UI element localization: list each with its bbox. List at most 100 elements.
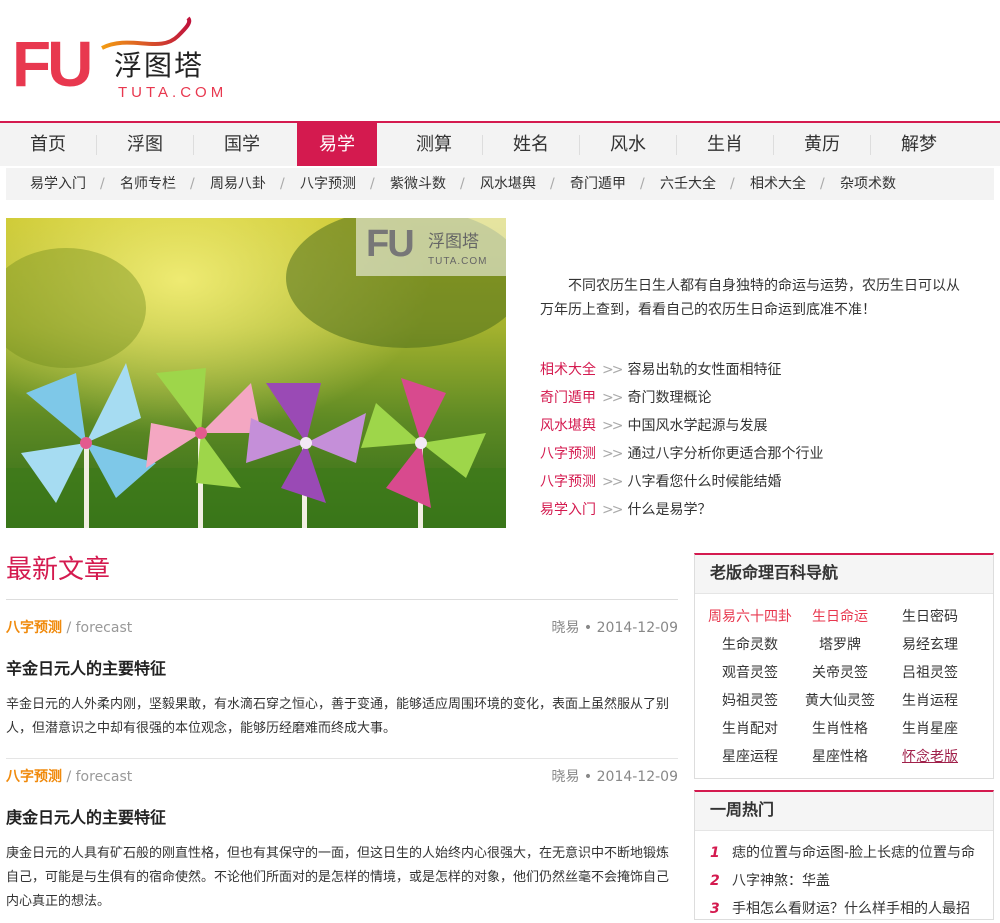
subnav-separator: /	[280, 176, 285, 192]
nav-grid-item[interactable]: 生肖运程	[880, 687, 980, 715]
subnav-item[interactable]: 名师专栏	[120, 168, 176, 200]
subnav-item[interactable]: 奇门遁甲	[570, 168, 626, 200]
double-chevron-icon: >>	[602, 418, 624, 434]
subnav-item[interactable]: 风水堪舆	[480, 168, 536, 200]
nav-item-huangli[interactable]: 黄历	[774, 123, 870, 166]
logo-domain: TUTA.COM	[118, 84, 228, 101]
article-byline: 晓易 • 2014-12-09	[551, 620, 678, 636]
site-header: FU 浮图塔 TUTA.COM	[0, 0, 1000, 121]
subnav-separator: /	[190, 176, 195, 192]
article-meta: 八字预测 / forecast 晓易 • 2014-12-09	[6, 767, 678, 787]
article-divider	[6, 758, 678, 759]
nav-grid-item[interactable]: 星座性格	[790, 743, 890, 771]
nav-grid-item[interactable]: 生日密码	[880, 603, 980, 631]
hero-link-item: 风水堪舆 >> 中国风水学起源与发展	[540, 412, 980, 440]
nav-grid-item[interactable]: 吕祖灵签	[880, 659, 980, 687]
nav-grid-item[interactable]: 生肖性格	[790, 715, 890, 743]
subnav-separator: /	[820, 176, 825, 192]
article-date: 2014-12-09	[596, 769, 678, 785]
subnav-separator: /	[460, 176, 465, 192]
double-chevron-icon: >>	[602, 362, 624, 378]
logo-mark: FU	[12, 28, 93, 100]
article-author: 晓易	[551, 769, 580, 785]
hero-link-category[interactable]: 相术大全	[540, 362, 596, 378]
subnav-separator: /	[730, 176, 735, 192]
nav-item-shengxiao[interactable]: 生肖	[677, 123, 773, 166]
hero-link-category[interactable]: 奇门遁甲	[540, 390, 596, 406]
subnav-item[interactable]: 周易八卦	[210, 168, 266, 200]
subnav-item[interactable]: 相术大全	[750, 168, 806, 200]
watermark-cn: 浮图塔	[428, 232, 479, 252]
nav-grid-item[interactable]: 黄大仙灵签	[790, 687, 890, 715]
hero-link-category[interactable]: 八字预测	[540, 446, 596, 462]
hero-watermark: FU 浮图塔 TUTA.COM	[356, 218, 506, 276]
subnav-separator: /	[100, 176, 105, 192]
nav-grid-item[interactable]: 关帝灵签	[790, 659, 890, 687]
hero-link-category[interactable]: 易学入门	[540, 502, 596, 518]
hot-item[interactable]: 2 八字神煞：华盖	[710, 867, 980, 895]
panel-title: 一周热门	[695, 792, 993, 831]
subnav-item[interactable]: 易学入门	[30, 168, 86, 200]
nav-grid-item[interactable]: 周易六十四卦	[700, 603, 800, 631]
hero-intro-text: 不同农历生日生人都有自身独特的命运与运势，农历生日可以从万年历上查到，看看自己的…	[540, 278, 960, 318]
nav-item-guoxue[interactable]: 国学	[194, 123, 290, 166]
subnav-item[interactable]: 紫微斗数	[390, 168, 446, 200]
nav-item-jiemeng[interactable]: 解梦	[871, 123, 967, 166]
nav-item-fengshui[interactable]: 风水	[580, 123, 676, 166]
hot-item[interactable]: 3 手相怎么看财运？什么样手相的人最招	[710, 895, 980, 923]
nav-item-home[interactable]: 首页	[0, 123, 96, 166]
double-chevron-icon: >>	[602, 446, 624, 462]
heading-divider	[6, 599, 678, 600]
hot-item[interactable]: 1 痣的位置与命运图-脸上长痣的位置与命	[710, 839, 980, 867]
nav-grid-item[interactable]: 生肖星座	[880, 715, 980, 743]
hero-link-title[interactable]: 奇门数理概论	[627, 390, 711, 406]
article-date: 2014-12-09	[596, 620, 678, 636]
hero-link-item: 八字预测 >> 八字看您什么时候能结婚	[540, 468, 980, 496]
nav-grid-item[interactable]: 妈祖灵签	[700, 687, 800, 715]
hero-link-title[interactable]: 通过八字分析你更适合那个行业	[627, 446, 823, 462]
article-byline: 晓易 • 2014-12-09	[551, 769, 678, 785]
article-summary: 辛金日元的人外柔内刚，坚毅果敢，有水滴石穿之恒心，善于变通，能够适应周围环境的变…	[6, 697, 670, 736]
double-chevron-icon: >>	[602, 502, 624, 518]
main-navigation: 首页 浮图 国学 易学 测算 姓名 风水 生肖 黄历 解梦	[0, 121, 1000, 166]
nav-item-cesuan[interactable]: 测算	[386, 123, 482, 166]
latest-articles-heading: 最新文章	[6, 555, 111, 585]
sub-navigation: 易学入门 / 名师专栏 / 周易八卦 / 八字预测 / 紫微斗数 / 风水堪舆 …	[6, 168, 994, 200]
hero-link-title[interactable]: 什么是易学？	[627, 502, 711, 518]
hero-link-category[interactable]: 风水堪舆	[540, 418, 596, 434]
hero-link-title[interactable]: 容易出轨的女性面相特征	[627, 362, 781, 378]
hero-link-title[interactable]: 八字看您什么时候能结婚	[627, 474, 781, 490]
subnav-item[interactable]: 杂项术数	[840, 168, 896, 200]
old-version-link[interactable]: 怀念老版	[880, 743, 980, 771]
nav-grid-item[interactable]: 星座运程	[700, 743, 800, 771]
nav-grid-item[interactable]: 生肖配对	[700, 715, 800, 743]
panel-title: 老版命理百科导航	[695, 555, 993, 594]
nav-grid-item[interactable]: 观音灵签	[700, 659, 800, 687]
subnav-item[interactable]: 八字预测	[300, 168, 356, 200]
nav-grid-item[interactable]: 生日命运	[790, 603, 890, 631]
article-title[interactable]: 庚金日元人的主要特征	[6, 807, 166, 829]
subnav-separator: /	[550, 176, 555, 192]
article-category[interactable]: 八字预测	[6, 769, 62, 785]
hot-rank: 1	[710, 845, 720, 861]
hero-link-title[interactable]: 中国风水学起源与发展	[627, 418, 767, 434]
hero-panel: 不同农历生日生人都有自身独特的命运与运势，农历生日可以从万年历上查到，看看自己的…	[506, 218, 1000, 528]
article-category-en: / forecast	[66, 620, 133, 636]
hot-title: 手相怎么看财运？什么样手相的人最招	[732, 901, 970, 917]
hero-link-item: 易学入门 >> 什么是易学？	[540, 496, 980, 524]
article-category[interactable]: 八字预测	[6, 620, 62, 636]
hero-link-item: 相术大全 >> 容易出轨的女性面相特征	[540, 356, 980, 384]
nav-grid-item[interactable]: 易经玄理	[880, 631, 980, 659]
hero-image[interactable]: FU 浮图塔 TUTA.COM	[6, 218, 506, 528]
site-logo[interactable]: FU 浮图塔 TUTA.COM	[10, 14, 250, 104]
hero-link-category[interactable]: 八字预测	[540, 474, 596, 490]
nav-item-futu[interactable]: 浮图	[97, 123, 193, 166]
logo-chinese-name: 浮图塔	[114, 49, 205, 82]
subnav-item[interactable]: 六壬大全	[660, 168, 716, 200]
nav-grid-item[interactable]: 生命灵数	[700, 631, 800, 659]
article-title[interactable]: 辛金日元人的主要特征	[6, 658, 166, 680]
nav-item-xingming[interactable]: 姓名	[483, 123, 579, 166]
nav-item-yixue[interactable]: 易学	[297, 123, 377, 166]
subnav-separator: /	[640, 176, 645, 192]
nav-grid-item[interactable]: 塔罗牌	[790, 631, 890, 659]
